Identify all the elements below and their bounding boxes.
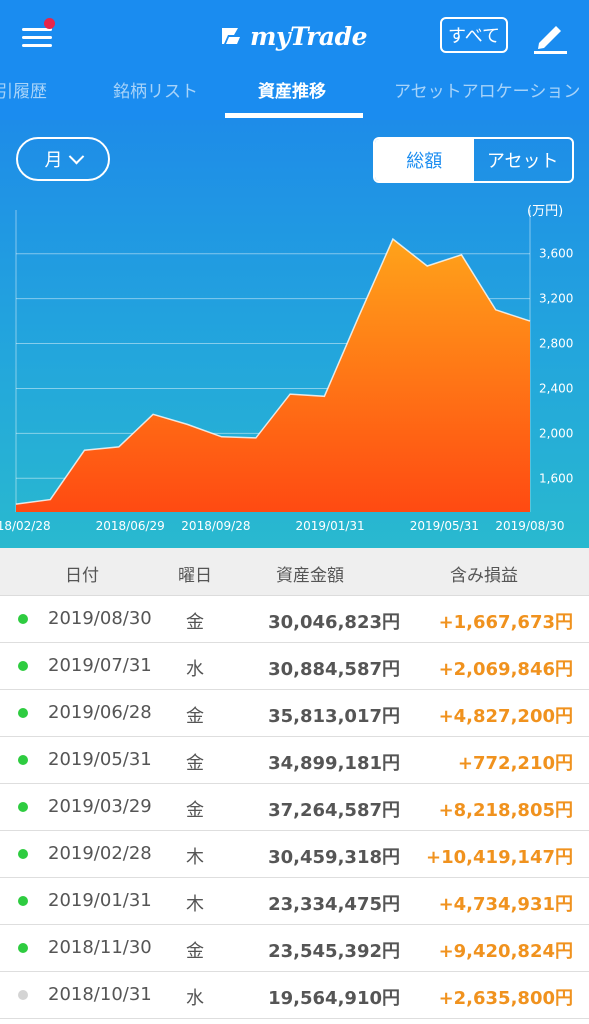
table-row[interactable]: 2018/10/31 水 19,564,910円 +2,635,800円 bbox=[0, 972, 589, 1019]
menu-icon-bar bbox=[22, 36, 52, 39]
x-tick-label: 2019/08/30 bbox=[495, 519, 564, 533]
table-row[interactable]: 2019/01/31 木 23,334,475円 +4,734,931円 bbox=[0, 878, 589, 925]
status-dot bbox=[18, 990, 28, 1000]
y-tick-label: 2,400 bbox=[539, 381, 573, 395]
row-date: 2018/11/30 bbox=[48, 937, 152, 958]
row-amount: 30,459,318円 bbox=[268, 847, 400, 868]
pencil-icon bbox=[534, 26, 567, 54]
status-dot bbox=[18, 849, 28, 859]
x-tick-label: 2019/01/31 bbox=[296, 519, 365, 533]
row-amount: 35,813,017円 bbox=[268, 706, 400, 727]
col-amount: 資産金額 bbox=[276, 566, 344, 586]
row-amount: 30,884,587円 bbox=[268, 659, 400, 680]
toggle-asset[interactable]: アセット bbox=[474, 139, 573, 181]
row-amount: 30,046,823円 bbox=[268, 612, 400, 633]
x-tick-label: 2019/05/31 bbox=[410, 519, 479, 533]
x-tick-label: 2018/09/28 bbox=[181, 519, 250, 533]
table-row[interactable]: 2019/05/31 金 34,899,181円 +772,210円 bbox=[0, 737, 589, 784]
row-amount: 37,264,587円 bbox=[268, 800, 400, 821]
area-fill bbox=[16, 239, 530, 512]
row-pl: +4,734,931円 bbox=[438, 894, 573, 915]
y-tick-label: 3,600 bbox=[539, 247, 573, 261]
table-row[interactable]: 2019/06/28 金 35,813,017円 +4,827,200円 bbox=[0, 690, 589, 737]
notification-dot bbox=[44, 18, 55, 29]
row-date: 2019/01/31 bbox=[48, 890, 152, 911]
table-row[interactable]: 2018/11/30 金 23,545,392円 +9,420,824円 bbox=[0, 925, 589, 972]
row-weekday: 金 bbox=[186, 753, 204, 774]
col-pl: 含み損益 bbox=[450, 566, 518, 586]
row-weekday: 木 bbox=[186, 847, 204, 868]
y-tick-label: 3,200 bbox=[539, 292, 573, 306]
logo-icon bbox=[222, 28, 240, 44]
row-pl: +8,218,805円 bbox=[438, 800, 573, 821]
row-amount: 23,545,392円 bbox=[268, 941, 400, 962]
row-weekday: 水 bbox=[186, 659, 204, 680]
tab-trade-history[interactable]: 引履歴 bbox=[0, 72, 47, 120]
y-tick-label: 1,600 bbox=[539, 471, 573, 485]
app-logo: myTrade bbox=[220, 18, 368, 54]
row-weekday: 金 bbox=[186, 800, 204, 821]
col-date: 日付 bbox=[65, 566, 99, 586]
col-weekday: 曜日 bbox=[178, 566, 212, 586]
row-date: 2019/02/28 bbox=[48, 843, 152, 864]
asset-area-chart: 1,600 2,000 2,400 2,800 3,200 3,600 2018/02/28… bbox=[0, 210, 573, 533]
row-weekday: 水 bbox=[186, 988, 204, 1009]
all-filter-button[interactable]: すべて bbox=[440, 17, 508, 53]
status-dot bbox=[18, 708, 28, 718]
row-pl: +772,210円 bbox=[457, 753, 573, 774]
toggle-total[interactable]: 総額 bbox=[375, 139, 474, 181]
table-row[interactable]: 2019/03/29 金 37,264,587円 +8,218,805円 bbox=[0, 784, 589, 831]
logo-text: myTrade bbox=[250, 21, 368, 51]
row-pl: +2,069,846円 bbox=[438, 659, 573, 680]
row-date: 2019/06/28 bbox=[48, 702, 152, 723]
row-date: 2019/03/29 bbox=[48, 796, 152, 817]
row-weekday: 木 bbox=[186, 894, 204, 915]
row-pl: +2,635,800円 bbox=[438, 988, 573, 1009]
edit-button[interactable] bbox=[530, 16, 570, 56]
tab-asset-allocation[interactable]: アセットアロケーション bbox=[394, 72, 580, 120]
row-pl: +1,667,673円 bbox=[438, 612, 573, 633]
y-axis-unit: (万円) bbox=[527, 204, 564, 219]
row-weekday: 金 bbox=[186, 941, 204, 962]
row-date: 2019/05/31 bbox=[48, 749, 152, 770]
status-dot bbox=[18, 755, 28, 765]
app-header: myTrade すべて bbox=[0, 0, 589, 72]
period-label: 月 bbox=[44, 150, 63, 171]
table-row[interactable]: 2019/07/31 水 30,884,587円 +2,069,846円 bbox=[0, 643, 589, 690]
row-amount: 34,899,181円 bbox=[268, 753, 400, 774]
row-date: 2018/10/31 bbox=[48, 984, 152, 1005]
table-row[interactable]: 2019/08/30 金 30,046,823円 +1,667,673円 bbox=[0, 596, 589, 643]
menu-button[interactable] bbox=[22, 18, 56, 50]
period-select[interactable]: 月 bbox=[16, 137, 110, 181]
chevron-down-icon bbox=[68, 148, 84, 164]
row-pl: +4,827,200円 bbox=[438, 706, 573, 727]
view-toggle: 総額 アセット bbox=[373, 137, 574, 183]
active-tab-indicator bbox=[225, 113, 363, 118]
row-pl: +9,420,824円 bbox=[438, 941, 573, 962]
table-header: 日付 曜日 資産金額 含み損益 bbox=[0, 548, 589, 596]
x-tick-label: 2018/06/29 bbox=[96, 519, 165, 533]
row-weekday: 金 bbox=[186, 706, 204, 727]
row-pl: +10,419,147円 bbox=[426, 847, 573, 868]
row-date: 2019/08/30 bbox=[48, 608, 152, 629]
status-dot bbox=[18, 943, 28, 953]
status-dot bbox=[18, 802, 28, 812]
row-weekday: 金 bbox=[186, 612, 204, 633]
status-dot bbox=[18, 614, 28, 624]
menu-icon-bar bbox=[22, 44, 52, 47]
x-tick-label: 2018/02/28 bbox=[0, 519, 51, 533]
y-tick-label: 2,800 bbox=[539, 337, 573, 351]
status-dot bbox=[18, 661, 28, 671]
row-amount: 23,334,475円 bbox=[268, 894, 400, 915]
y-tick-label: 2,000 bbox=[539, 426, 573, 440]
history-list: 2019/08/30 金 30,046,823円 +1,667,673円 201… bbox=[0, 596, 589, 1019]
table-row[interactable]: 2019/02/28 木 30,459,318円 +10,419,147円 bbox=[0, 831, 589, 878]
row-date: 2019/07/31 bbox=[48, 655, 152, 676]
status-dot bbox=[18, 896, 28, 906]
tab-stock-list[interactable]: 銘柄リスト bbox=[113, 72, 198, 120]
chart-panel: 1,600 2,000 2,400 2,800 3,200 3,600 2018/02/28… bbox=[0, 120, 589, 548]
row-amount: 19,564,910円 bbox=[268, 988, 400, 1009]
